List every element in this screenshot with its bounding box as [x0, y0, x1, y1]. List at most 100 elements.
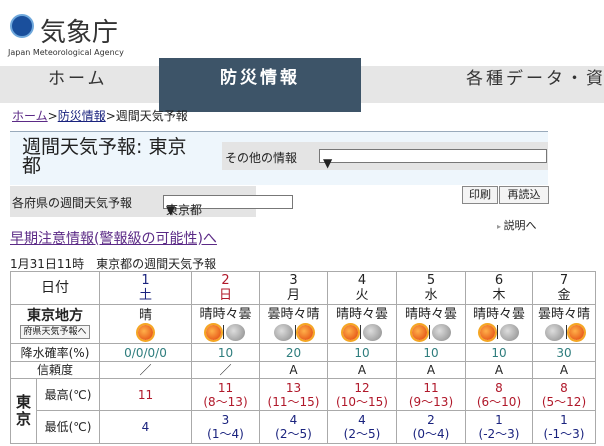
forecast-timestamp: 1月31日11時 東京都の週間天気予報 [10, 257, 217, 271]
print-button[interactable]: 印刷 [462, 186, 498, 204]
reliability-label: 信頼度 [10, 361, 100, 379]
other-info-label: その他の情報 [225, 151, 298, 165]
cloudy-icon [226, 323, 245, 341]
region-label: 東京地方 [27, 308, 83, 324]
day-header: 4火 [327, 271, 397, 305]
day-of-week: 火 [355, 288, 369, 303]
min-temp: 4 [141, 420, 150, 434]
min-temp-cell: 4 (2〜5) [259, 410, 328, 444]
min-temp: 4 [289, 413, 298, 427]
min-temp: 3 [221, 413, 230, 427]
max-temp-range: (8〜13) [203, 394, 248, 409]
max-temp-range: (9〜13) [408, 394, 454, 409]
pref-forecast-button[interactable]: 府県天気予報へ [20, 325, 90, 339]
sunny-icon [138, 324, 153, 340]
min-temp: 2 [427, 413, 435, 427]
weather-text: 晴時々曇 [404, 306, 457, 322]
max-temp: 12 [354, 380, 370, 395]
city-label: 東京 [10, 378, 37, 444]
pref-label: 各府県の週間天気予報 [12, 196, 133, 210]
breadcrumb-current: 週間天気予報 [115, 109, 188, 123]
min-temp-range: (2〜5) [343, 427, 381, 441]
breadcrumb-home[interactable]: ホーム [12, 109, 48, 123]
pop-value: 10 [327, 343, 397, 362]
separator [428, 325, 430, 339]
date-header: 日付 [10, 271, 100, 305]
separator [295, 325, 296, 339]
day-of-week: 木 [492, 288, 506, 303]
day-header: 6木 [465, 271, 533, 305]
max-temp-cell: 11 (9〜13) [396, 378, 466, 411]
separator [359, 325, 361, 339]
weekly-forecast-table: 日付 1 土 2 日 3 月 4 火 5 水 6 木 7 金 東京地方 府県天気予報へ晴晴時々曇 曇時々晴 晴時々… [10, 271, 596, 444]
max-temp-cell: 11 (8〜13) [191, 378, 260, 411]
reload-button[interactable]: 再読込 [499, 186, 549, 204]
reliability-value: A [532, 361, 596, 379]
sunny-icon [342, 324, 358, 340]
pref-select[interactable]: 東京都 ▼ [163, 195, 293, 216]
max-temp-range: (5〜12) [541, 394, 587, 409]
min-temp-range: (1〜4) [207, 427, 244, 441]
pop-value: 0/0/0/0 [99, 343, 192, 362]
day-date: 3 [289, 273, 298, 288]
explain-text: 説明へ [503, 219, 537, 232]
max-temp-range: (11〜15) [267, 394, 320, 409]
weather-cell: 晴時々曇 [327, 304, 397, 344]
day-date: 2 [221, 273, 230, 288]
reliability-value: A [396, 361, 466, 379]
min-temp: 1 [560, 413, 568, 427]
min-temp-cell: 4 [99, 410, 192, 444]
max-temp-cell: 12 (10〜15) [327, 378, 397, 411]
day-date: 7 [559, 273, 569, 288]
nav-data[interactable]: 各種データ・資 [466, 66, 604, 103]
day-header: 5水 [396, 271, 466, 305]
separator [496, 325, 498, 339]
breadcrumb-sep: > [105, 109, 116, 123]
day-of-week: 日 [218, 288, 232, 303]
day-date: 4 [357, 273, 367, 288]
max-temp-range: (10〜15) [336, 394, 388, 409]
explain-link[interactable]: ▸ 説明へ [497, 217, 537, 233]
sunny-icon [479, 324, 495, 340]
weather-text: 晴時々曇 [199, 306, 252, 322]
cloudy-icon [544, 323, 564, 341]
sunny-icon [411, 324, 427, 340]
reliability-value: A [259, 361, 328, 379]
min-temp-range: (-1〜3) [543, 427, 585, 441]
min-temp-cell: 3 (1〜4) [191, 410, 260, 444]
weather-text: 曇時々晴 [267, 306, 320, 322]
day-of-week: 土 [138, 288, 152, 303]
max-temp: 11 [137, 387, 154, 402]
min-temp: 1 [495, 413, 503, 427]
reliability-value: ／ [99, 361, 192, 379]
weather-cell: 晴時々曇 [191, 304, 260, 344]
nav-disaster[interactable]: 防災情報 [159, 58, 361, 112]
page-title: 週間天気予報: 東京都 [22, 136, 187, 177]
day-of-week: 金 [557, 288, 571, 303]
separator [565, 325, 567, 339]
nav-home[interactable]: ホーム [48, 66, 108, 103]
min-temp-cell: 2 (0〜4) [396, 410, 466, 444]
pop-value: 10 [191, 343, 260, 362]
separator [223, 325, 224, 339]
cloudy-icon [431, 323, 451, 341]
day-header: 7金 [532, 271, 596, 305]
max-label: 最高(℃) [36, 378, 100, 411]
logo-subtext: Japan Meteorological Agency [8, 48, 124, 57]
chevron-down-icon: ▼ [323, 156, 333, 170]
early-warning-link[interactable]: 早期注意情報(警報級の可能性)へ [10, 228, 217, 248]
other-info-select[interactable]: ▼ [319, 149, 547, 169]
max-temp: 8 [560, 380, 568, 395]
weather-text: 晴時々曇 [472, 306, 525, 322]
pop-value: 20 [259, 343, 328, 362]
min-temp-range: (2〜5) [275, 427, 312, 441]
region-cell: 東京地方 府県天気予報へ [10, 304, 100, 344]
logo-text: 気象庁 [40, 18, 119, 48]
day-header: 2日 [191, 271, 260, 305]
min-temp-cell: 1 (-1〜3) [532, 410, 596, 444]
min-label: 最低(℃) [36, 410, 100, 444]
reliability-value: A [327, 361, 397, 379]
weather-cell: 晴時々曇 [465, 304, 533, 344]
breadcrumb-disaster[interactable]: 防災情報 [58, 109, 106, 123]
max-temp: 8 [495, 380, 503, 395]
